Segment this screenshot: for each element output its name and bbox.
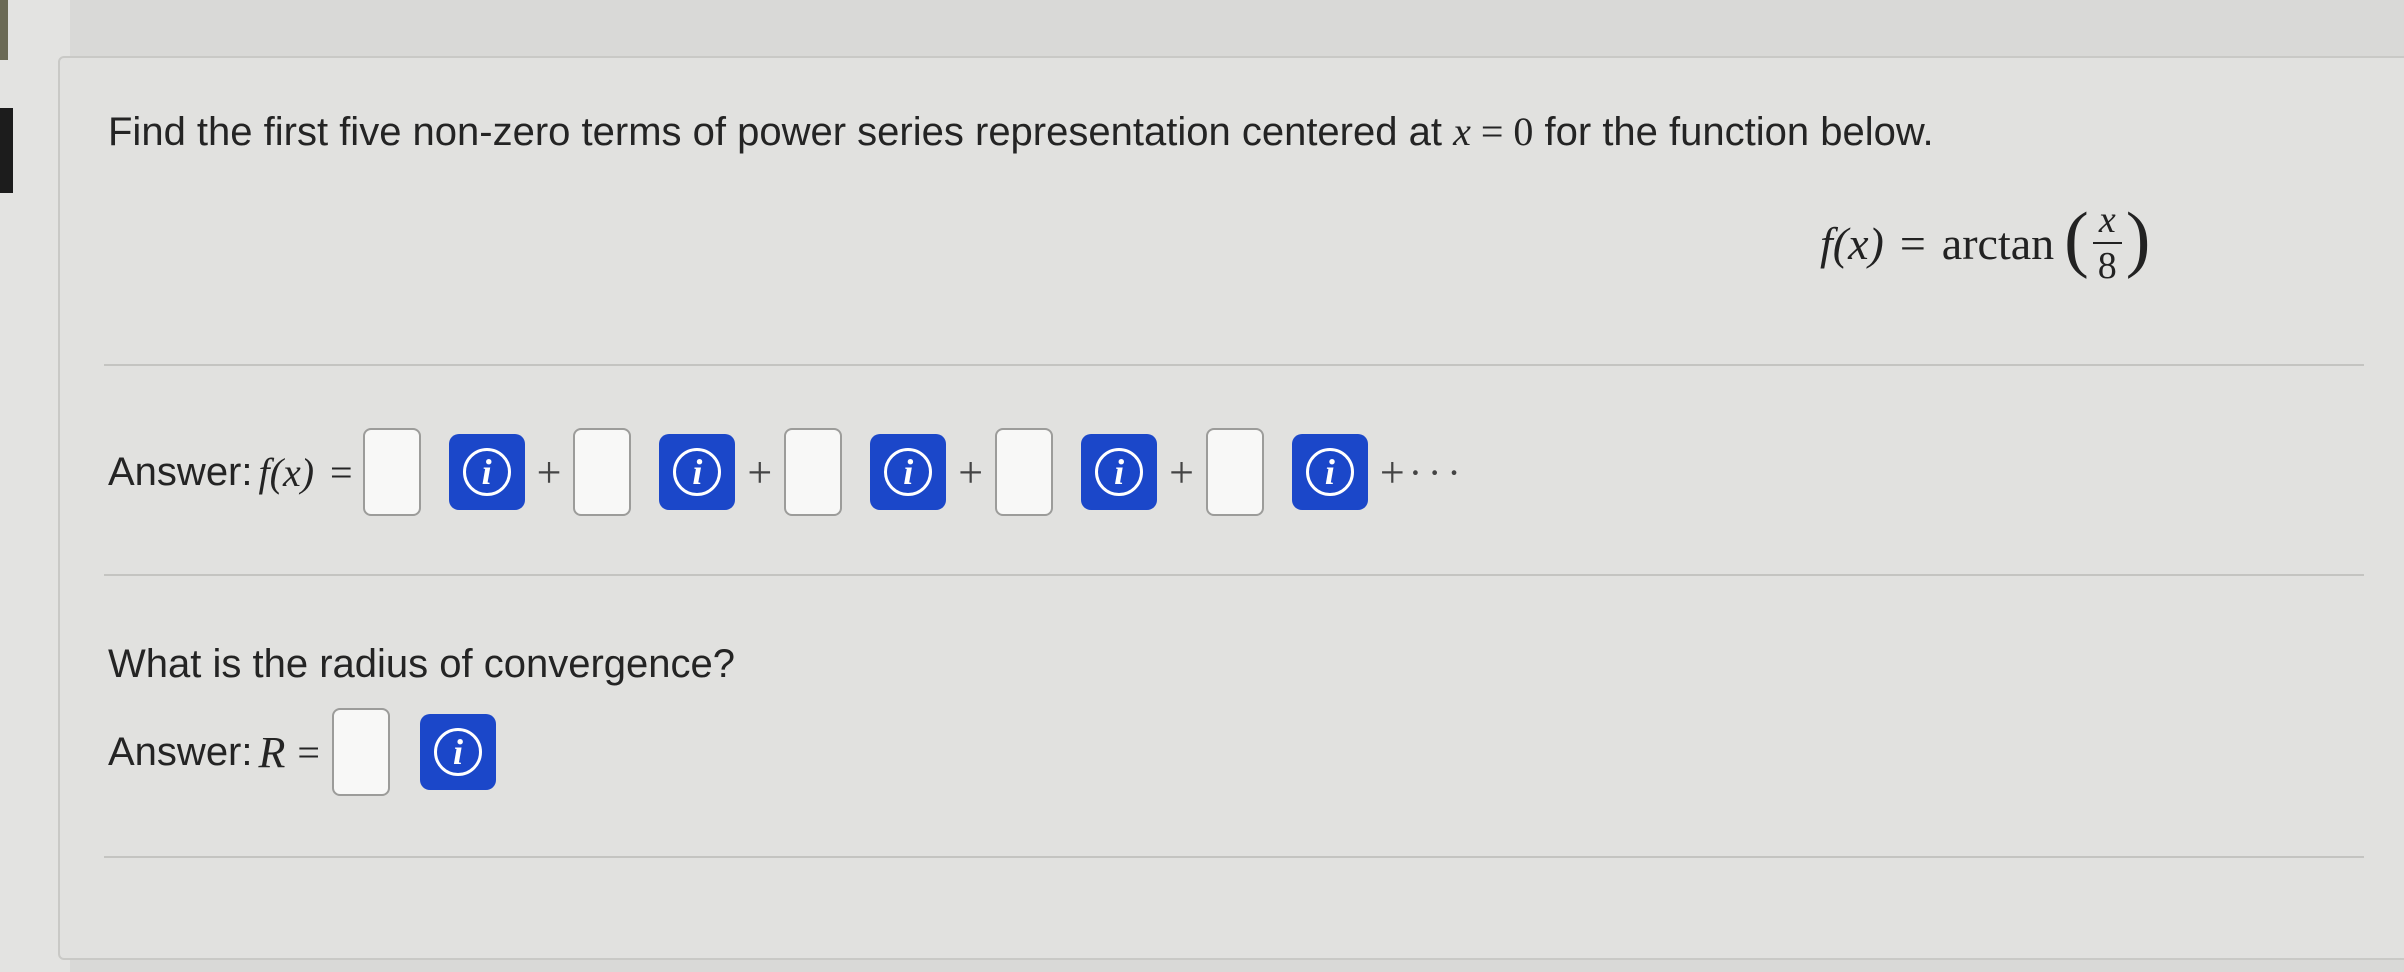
radius-answer-label: Answer: — [108, 729, 253, 774]
term-3-info-button[interactable]: i — [870, 434, 947, 510]
left-paren: ( — [2064, 198, 2089, 280]
fraction-numerator: x — [2092, 198, 2122, 244]
info-icon: i — [673, 448, 722, 496]
equals-sign: = — [1899, 217, 1926, 269]
left-handle — [0, 0, 8, 60]
term-2-info-button[interactable]: i — [659, 434, 736, 510]
divider-top — [104, 364, 2364, 366]
plus-sign: + — [1169, 447, 1194, 497]
divider-middle — [104, 574, 2364, 576]
fraction: x 8 — [2092, 198, 2122, 288]
term-4-info-button[interactable]: i — [1081, 434, 1158, 510]
plus-sign: + — [747, 447, 773, 497]
divider-bottom — [104, 856, 2364, 858]
function-name: f — [1820, 217, 1833, 269]
term-1-info-button[interactable]: i — [448, 434, 525, 510]
right-paren: ) — [2125, 198, 2151, 280]
function-display: f (x) = arctan ( x 8 ) — [1820, 198, 2150, 288]
question-prefix: Find the first five non-zero terms of po… — [108, 110, 1454, 154]
plus-sign: + — [536, 447, 562, 497]
ellipsis: ··· — [1408, 449, 1467, 495]
question-variable: x — [1453, 109, 1471, 154]
radius-question: What is the radius of convergence? — [108, 642, 735, 687]
series-answer-row: Answer: f (x) = i + i + i + i + i + ··· — [108, 428, 1467, 516]
series-equals: = — [330, 449, 353, 495]
fraction-denominator: 8 — [2097, 245, 2117, 287]
series-function-arg: (x) — [269, 449, 315, 495]
radius-answer-row: Answer: R = i — [108, 708, 496, 796]
plus-sign: + — [958, 447, 984, 497]
term-2-input[interactable] — [573, 428, 632, 516]
term-4-input[interactable] — [995, 428, 1054, 516]
term-1-input[interactable] — [362, 428, 421, 516]
function-argument: (x) — [1832, 217, 1884, 269]
series-answer-label: Answer: — [108, 449, 253, 494]
arctan-label: arctan — [1941, 217, 2055, 269]
question-center-value: = 0 — [1470, 109, 1534, 154]
radius-variable: R — [258, 727, 286, 777]
radius-input[interactable] — [331, 708, 390, 796]
info-icon: i — [433, 728, 482, 776]
radius-info-button[interactable]: i — [419, 714, 496, 790]
radius-question-text: What is the radius of convergence? — [108, 642, 736, 686]
question-marker — [0, 108, 13, 193]
series-function-name: f — [258, 449, 270, 495]
info-icon: i — [1095, 448, 1144, 496]
info-icon: i — [1305, 448, 1354, 496]
plus-sign: + — [1379, 447, 1405, 497]
info-icon: i — [462, 448, 511, 496]
info-icon: i — [884, 448, 933, 496]
term-5-input[interactable] — [1205, 428, 1264, 516]
question-text: Find the first five non-zero terms of po… — [108, 108, 1934, 155]
term-5-info-button[interactable]: i — [1291, 434, 1368, 510]
radius-equals: = — [297, 729, 320, 775]
term-3-input[interactable] — [784, 428, 843, 516]
question-suffix: for the function below. — [1533, 110, 1934, 154]
